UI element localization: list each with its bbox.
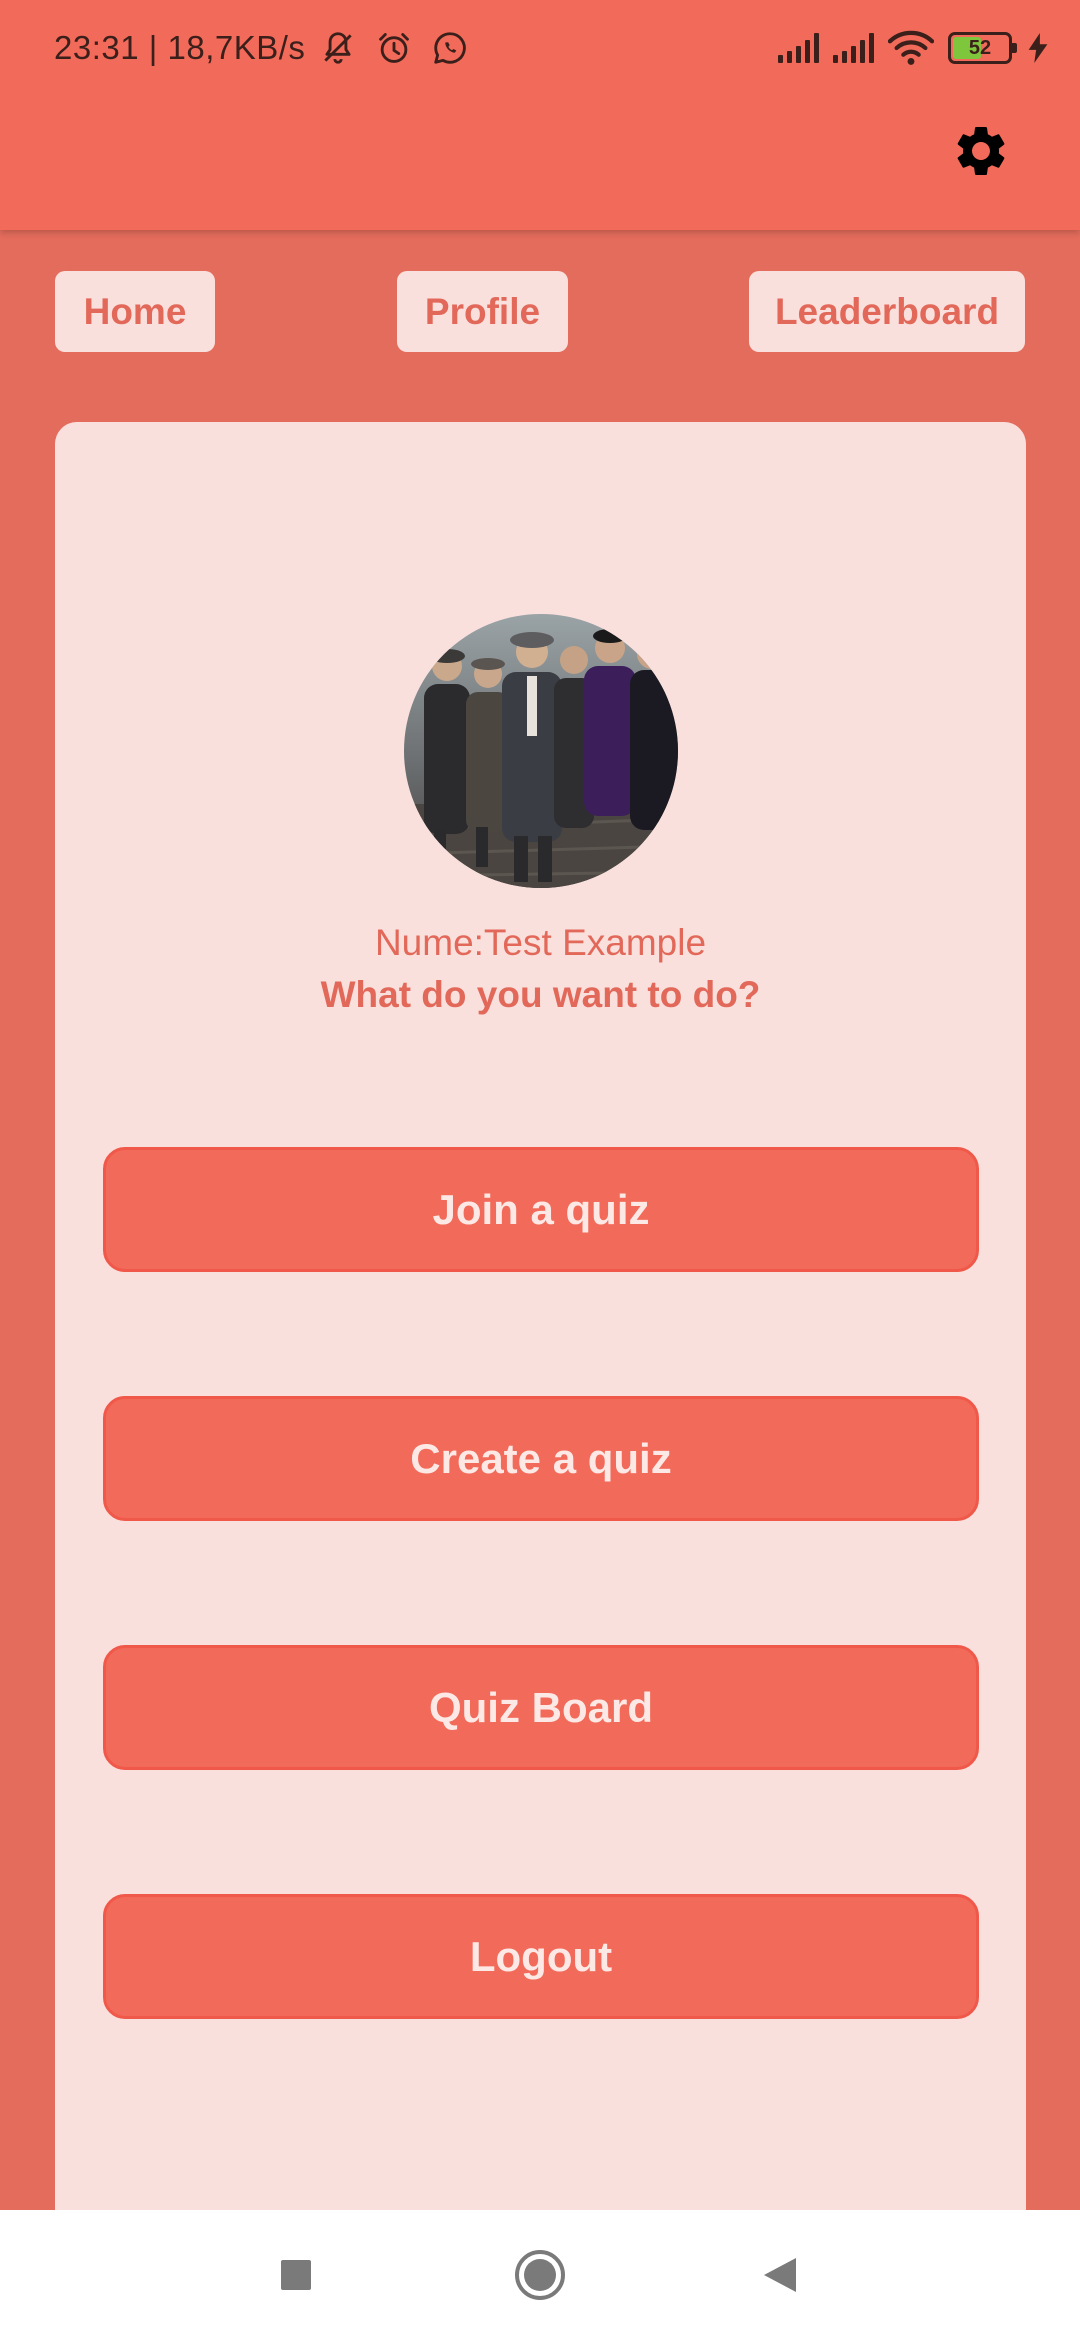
prompt-heading: What do you want to do? <box>320 974 761 1015</box>
settings-button[interactable] <box>948 118 1014 184</box>
signal-icon <box>778 33 819 63</box>
recent-apps-button[interactable] <box>256 2210 336 2340</box>
quiz-board-button[interactable]: Quiz Board <box>103 1645 979 1770</box>
back-icon <box>764 2258 796 2292</box>
main-card: Nume:Test Example What do you want to do… <box>55 422 1026 2252</box>
nav-leaderboard-button[interactable]: Leaderboard <box>749 271 1025 352</box>
status-bar: 23:31 | 18,7KB/s 52 <box>0 0 1080 96</box>
recent-apps-icon <box>281 2260 311 2290</box>
app-bar: 23:31 | 18,7KB/s 52 <box>0 0 1080 230</box>
logout-button[interactable]: Logout <box>103 1894 979 2019</box>
status-time-speed: 23:31 | 18,7KB/s <box>54 29 306 66</box>
user-name-label: Nume:Test Example <box>374 922 707 963</box>
signal-icon <box>833 33 874 63</box>
home-button[interactable] <box>500 2210 580 2340</box>
home-icon <box>515 2250 565 2300</box>
status-left: 23:31 | 18,7KB/s <box>54 24 473 72</box>
wifi-icon <box>888 25 934 71</box>
battery-level: 52 <box>968 36 992 59</box>
gear-icon <box>957 126 1005 175</box>
alarm-icon <box>371 25 417 71</box>
status-right: 52 <box>778 24 1050 72</box>
back-button[interactable] <box>740 2210 820 2340</box>
charging-icon <box>1026 25 1050 71</box>
create-quiz-button[interactable]: Create a quiz <box>103 1396 979 1521</box>
whatsapp-icon <box>427 25 473 71</box>
battery-icon: 52 <box>948 32 1017 64</box>
bell-off-icon <box>315 25 361 71</box>
system-nav-bar <box>0 2210 1080 2340</box>
join-quiz-button[interactable]: Join a quiz <box>103 1147 979 1272</box>
nav-profile-button[interactable]: Profile <box>397 271 568 352</box>
nav-home-button[interactable]: Home <box>55 271 215 352</box>
avatar <box>404 614 678 888</box>
